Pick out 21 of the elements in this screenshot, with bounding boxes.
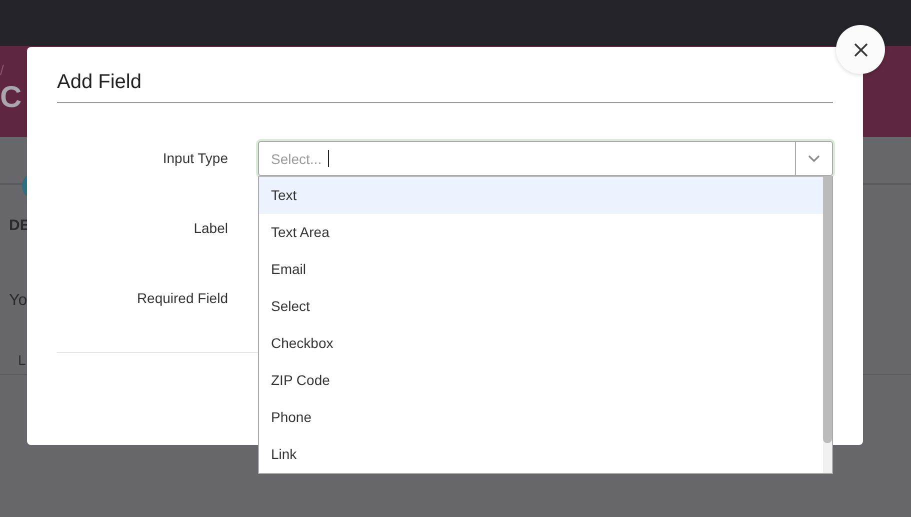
dropdown-option[interactable]: Phone [259,399,823,436]
dropdown-option[interactable]: Text [259,177,823,214]
chevron-down-icon[interactable] [808,154,820,162]
field-label: Required Field [136,289,228,308]
field-label: Input Type [162,149,228,168]
column-header: L [18,352,26,368]
dialog-title: Add Field [57,70,142,95]
body-text: Yo [9,292,28,310]
dropdown-option[interactable]: ZIP Code [259,362,823,399]
breadcrumb-separator: / [0,62,5,78]
dropdown-option[interactable]: Select [259,288,823,325]
dropdown-option[interactable]: Checkbox [259,325,823,362]
dropdown-option[interactable]: Email [259,251,823,288]
scrollbar-thumb[interactable] [823,177,832,443]
text-cursor [328,150,329,167]
page-title: C [0,80,22,116]
close-icon[interactable] [854,42,868,56]
dropdown-option[interactable]: Text Area [259,214,823,251]
dropdown-option[interactable]: Link [259,436,823,473]
placeholder-text: Select... [271,150,322,166]
field-label: Label [192,219,228,238]
